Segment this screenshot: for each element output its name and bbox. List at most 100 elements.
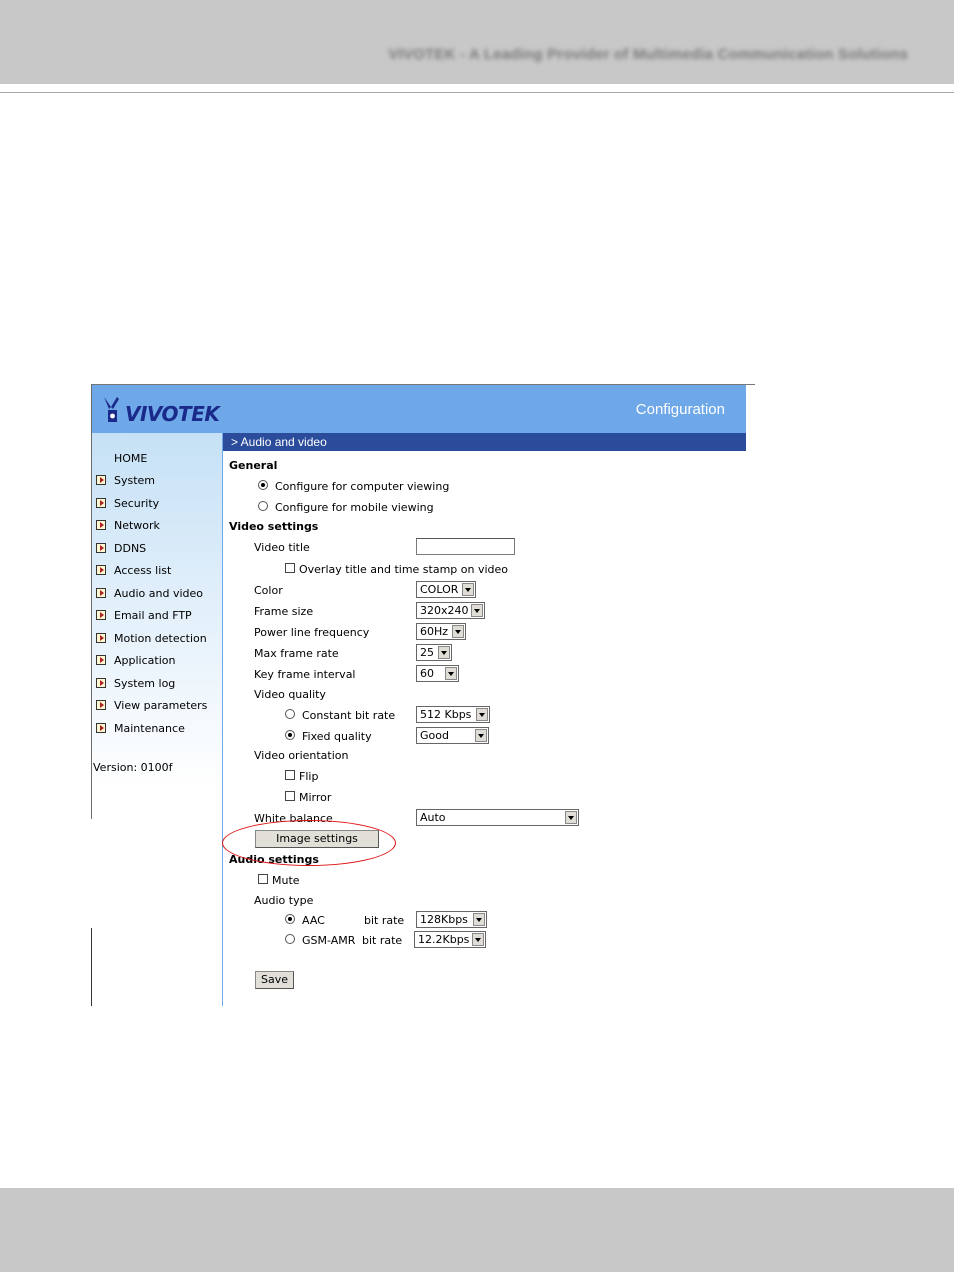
sidebar-item-ddns[interactable]: DDNS: [92, 540, 146, 556]
sidebar-item-label: HOME: [114, 451, 148, 465]
chevron-down-icon[interactable]: [471, 604, 483, 617]
constant-bit-rate-select[interactable]: 512 Kbps: [416, 706, 490, 723]
sidebar-item-label: Audio and video: [114, 586, 203, 600]
sidebar-item-motion-detection[interactable]: Motion detection: [92, 630, 207, 646]
page-header: VIVOTEK - A Leading Provider of Multimed…: [0, 0, 954, 84]
max-frame-rate-select[interactable]: 25: [416, 644, 452, 661]
chevron-down-icon[interactable]: [472, 933, 484, 946]
sidebar-item-label: Maintenance: [114, 721, 185, 735]
sidebar-item-maintenance[interactable]: Maintenance: [92, 720, 185, 736]
constant-bit-rate-radio[interactable]: [285, 709, 295, 719]
arrow-icon: [96, 565, 106, 575]
power-line-frequency-label: Power line frequency: [254, 626, 370, 639]
key-frame-interval-label: Key frame interval: [254, 668, 356, 681]
window-left-border-lower: [91, 928, 92, 1006]
chevron-down-icon[interactable]: [476, 708, 488, 721]
video-settings-heading: Video settings: [229, 520, 319, 533]
sidebar-item-label: System: [114, 473, 156, 487]
image-settings-button[interactable]: Image settings: [255, 830, 379, 848]
gsm-bitrate-value: 12.2Kbps: [418, 933, 470, 946]
flip-checkbox[interactable]: [285, 770, 295, 780]
fixed-quality-radio[interactable]: [285, 730, 295, 740]
gsm-bitrate-label: bit rate: [362, 934, 403, 947]
video-title-label: Video title: [254, 541, 310, 554]
header-divider: [0, 92, 954, 93]
computer-viewing-label[interactable]: Configure for computer viewing: [275, 480, 449, 493]
mirror-label[interactable]: Mirror: [299, 791, 331, 804]
constant-bit-rate-value: 512 Kbps: [420, 708, 472, 721]
page-title: Configuration: [635, 401, 725, 418]
aac-bitrate-select[interactable]: 128Kbps: [416, 911, 487, 928]
chevron-down-icon[interactable]: [445, 667, 457, 680]
page-header-text: VIVOTEK - A Leading Provider of Multimed…: [388, 46, 908, 63]
arrow-icon: [96, 700, 106, 710]
sidebar-item-application[interactable]: Application: [92, 652, 175, 668]
page-footer: [0, 1188, 954, 1272]
overlay-label[interactable]: Overlay title and time stamp on video: [299, 563, 508, 576]
fixed-quality-value: Good: [420, 729, 449, 742]
aac-label[interactable]: AAC: [302, 914, 325, 927]
flip-label[interactable]: Flip: [299, 770, 318, 783]
sidebar-item-home[interactable]: HOME: [114, 450, 147, 466]
white-balance-value: Auto: [420, 811, 446, 824]
chevron-down-icon[interactable]: [475, 729, 487, 742]
audio-settings-heading: Audio settings: [229, 853, 319, 866]
arrow-icon: [96, 520, 106, 530]
save-button[interactable]: Save: [255, 971, 294, 989]
overlay-checkbox[interactable]: [285, 563, 295, 573]
video-title-input[interactable]: [416, 538, 515, 555]
chevron-down-icon[interactable]: [473, 913, 485, 926]
mute-label[interactable]: Mute: [272, 874, 300, 887]
chevron-down-icon[interactable]: [438, 646, 450, 659]
sidebar-item-label: Email and FTP: [114, 608, 192, 622]
constant-bit-rate-label[interactable]: Constant bit rate: [302, 709, 395, 722]
gsm-bitrate-select[interactable]: 12.2Kbps: [414, 931, 486, 948]
sidebar-item-system[interactable]: System: [92, 472, 155, 488]
computer-viewing-radio[interactable]: [258, 480, 268, 490]
arrow-icon: [96, 655, 106, 665]
sidebar-item-security[interactable]: Security: [92, 495, 159, 511]
color-select[interactable]: COLOR: [416, 581, 476, 598]
video-quality-label: Video quality: [254, 688, 326, 701]
fixed-quality-label[interactable]: Fixed quality: [302, 730, 372, 743]
sidebar-item-view-parameters[interactable]: View parameters: [92, 697, 207, 713]
sidebar-item-label: Motion detection: [114, 631, 207, 645]
mobile-viewing-label[interactable]: Configure for mobile viewing: [275, 501, 434, 514]
sidebar-item-label: DDNS: [114, 541, 147, 555]
chevron-down-icon[interactable]: [462, 583, 474, 596]
max-frame-rate-label: Max frame rate: [254, 647, 339, 660]
sidebar-item-network[interactable]: Network: [92, 517, 160, 533]
sidebar-item-access-list[interactable]: Access list: [92, 562, 171, 578]
arrow-icon: [96, 678, 106, 688]
frame-size-label: Frame size: [254, 605, 314, 618]
fixed-quality-select[interactable]: Good: [416, 727, 489, 744]
section-title-bar: > Audio and video: [223, 433, 746, 451]
color-label: Color: [254, 584, 283, 597]
version-label: Version: 0100f: [93, 761, 173, 774]
frame-size-select[interactable]: 320x240: [416, 602, 485, 619]
sidebar-item-audio-and-video[interactable]: Audio and video: [92, 585, 203, 601]
arrow-icon: [96, 543, 106, 553]
power-line-frequency-select[interactable]: 60Hz: [416, 623, 466, 640]
key-frame-interval-select[interactable]: 60: [416, 665, 459, 682]
mute-checkbox[interactable]: [258, 874, 268, 884]
white-balance-select[interactable]: Auto: [416, 809, 579, 826]
sidebar-item-label: View parameters: [114, 698, 208, 712]
mobile-viewing-radio[interactable]: [258, 501, 268, 511]
chevron-down-icon[interactable]: [565, 811, 577, 824]
color-select-value: COLOR: [420, 583, 459, 596]
white-balance-label: White balance: [254, 812, 333, 825]
vivotek-logo[interactable]: VIVOTEK: [102, 395, 220, 425]
gsm-amr-radio[interactable]: [285, 934, 295, 944]
general-heading: General: [229, 459, 278, 472]
gsm-amr-label[interactable]: GSM-AMR: [302, 934, 355, 947]
arrow-icon: [96, 498, 106, 508]
mirror-checkbox[interactable]: [285, 791, 295, 801]
aac-bitrate-label: bit rate: [364, 914, 405, 927]
sidebar-item-email-and-ftp[interactable]: Email and FTP: [92, 607, 192, 623]
sidebar-item-system-log[interactable]: System log: [92, 675, 175, 691]
arrow-icon: [96, 610, 106, 620]
aac-radio[interactable]: [285, 914, 295, 924]
chevron-down-icon[interactable]: [452, 625, 464, 638]
banner: VIVOTEK Configuration: [92, 385, 746, 433]
